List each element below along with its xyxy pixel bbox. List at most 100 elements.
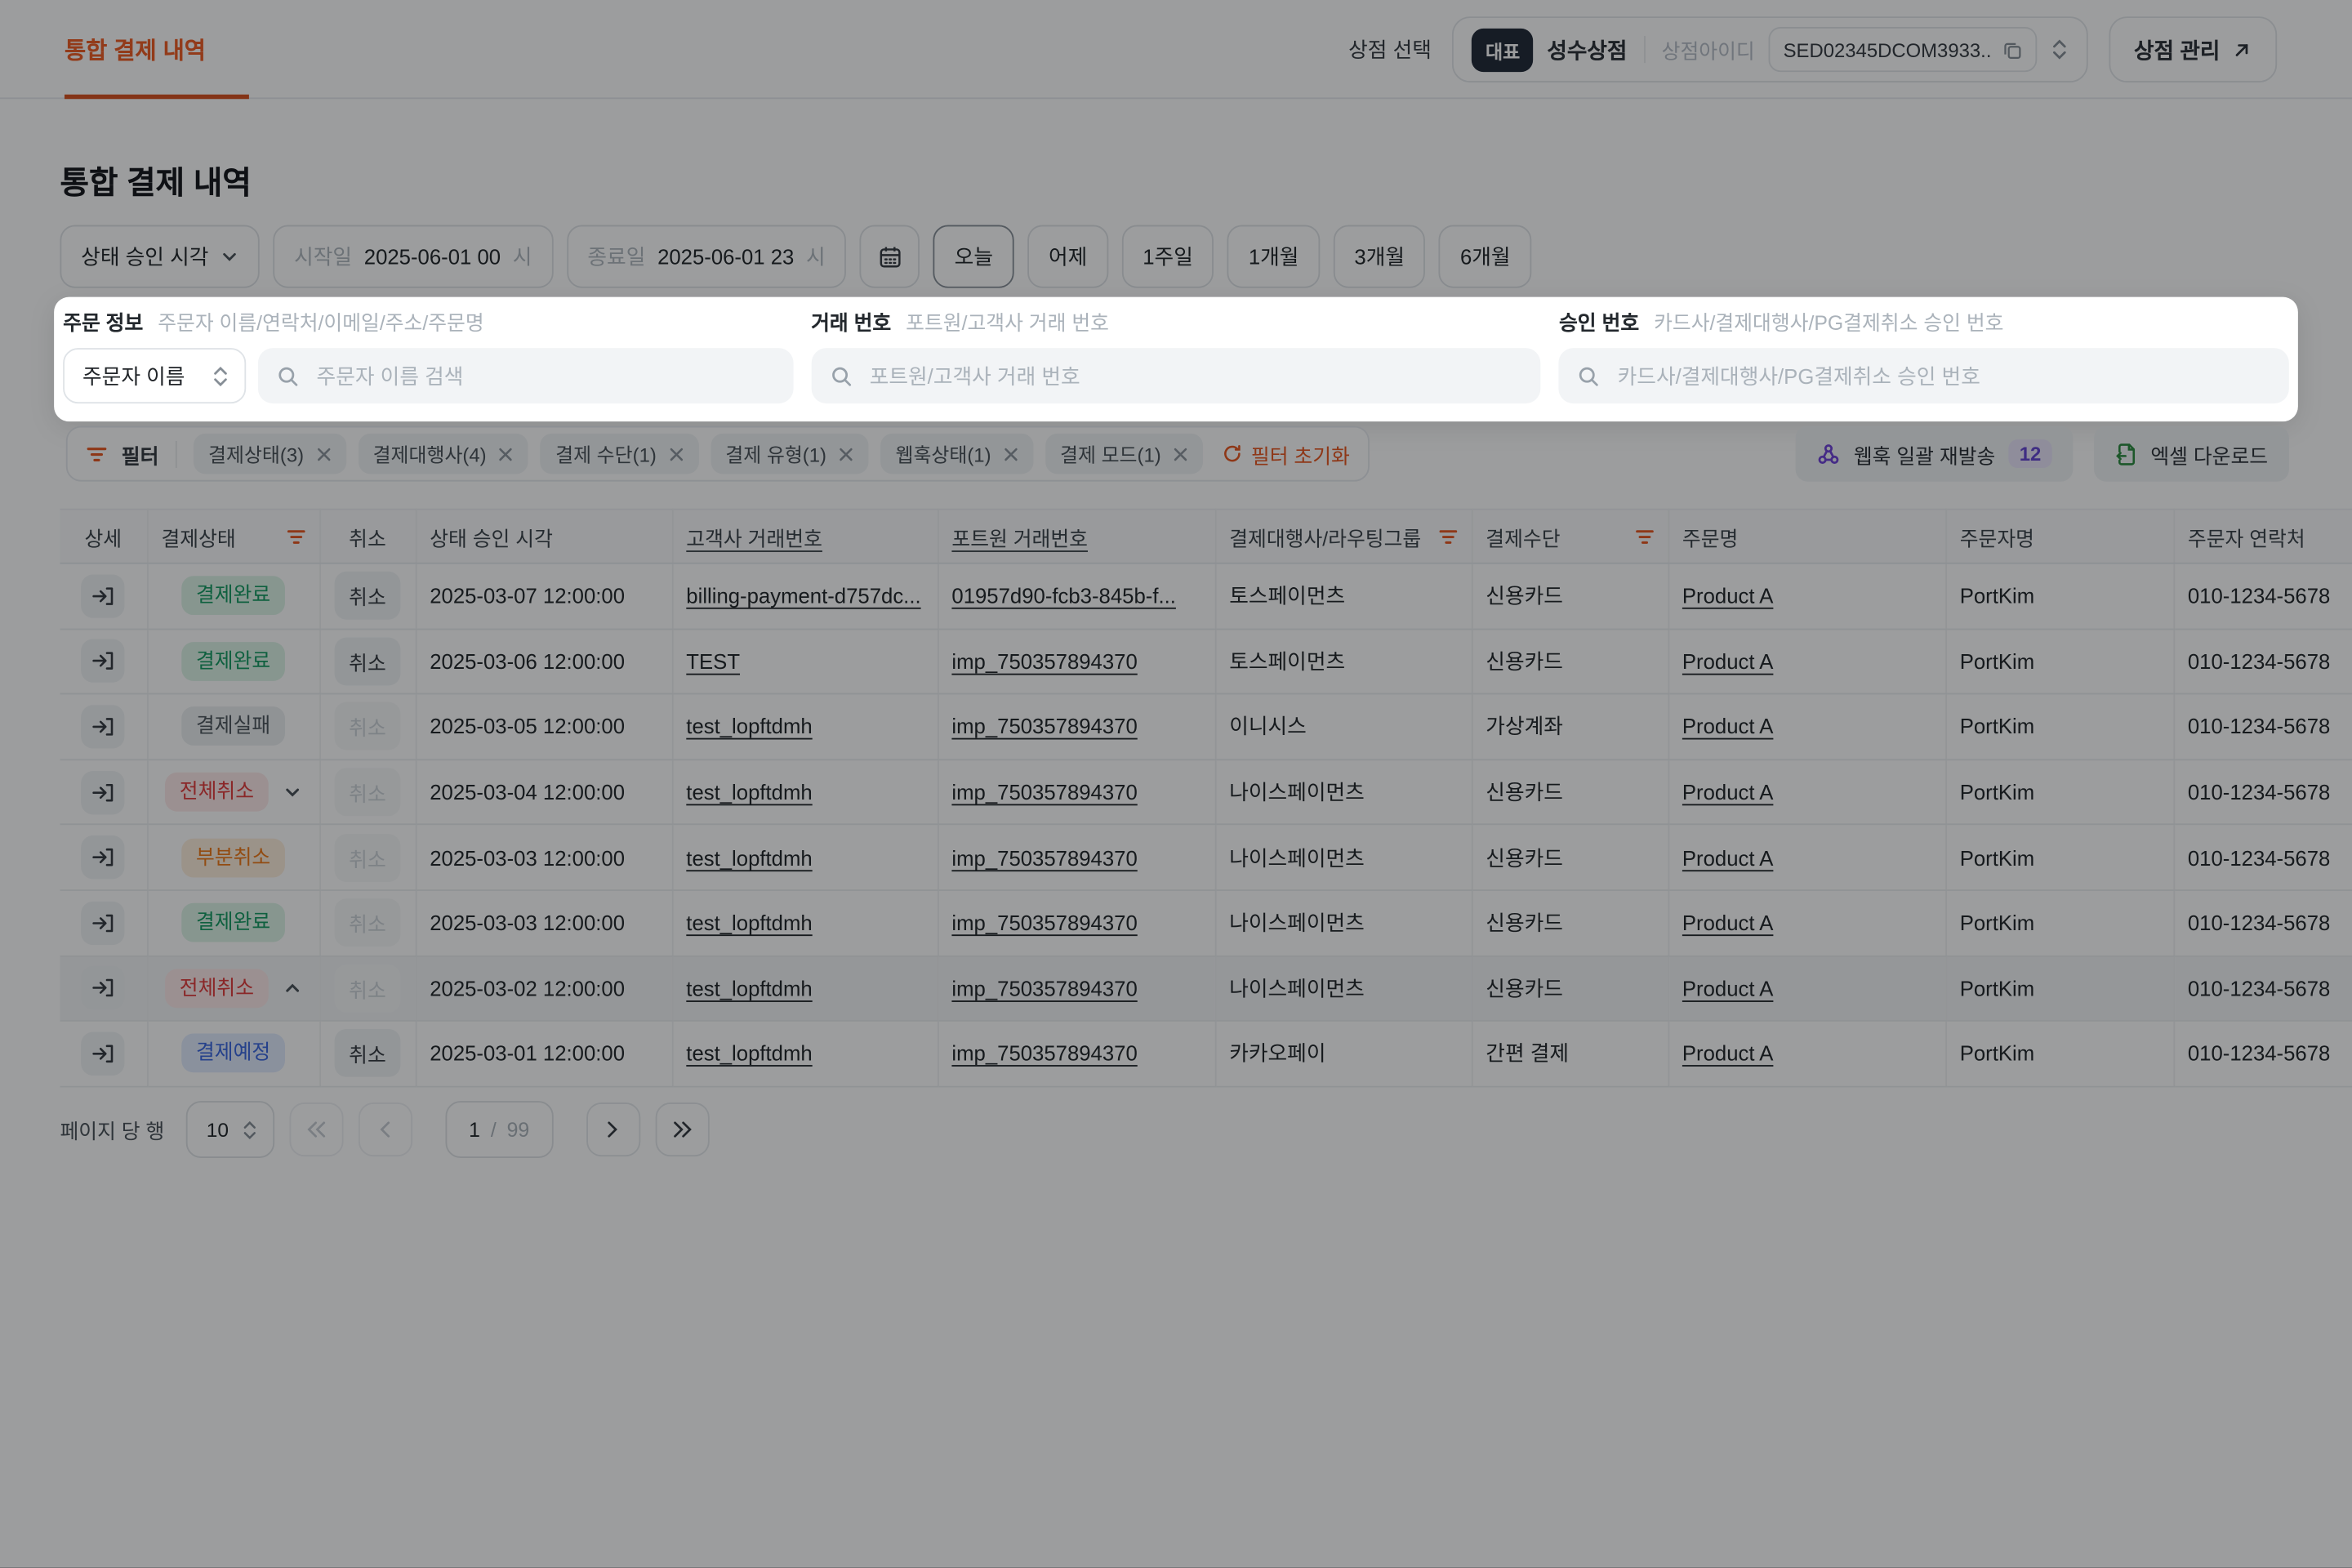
detail-button[interactable] <box>82 901 125 944</box>
order-name-link[interactable]: Product A <box>1682 780 1773 804</box>
order-name-link[interactable]: Product A <box>1682 715 1773 738</box>
txn-search-input[interactable] <box>866 363 1523 390</box>
order-name-link[interactable]: Product A <box>1682 1042 1773 1066</box>
detail-button[interactable] <box>82 639 125 683</box>
merchant-tx-link[interactable]: test_lopftdmh <box>686 911 812 934</box>
order-name-link[interactable]: Product A <box>1682 584 1773 608</box>
filter-chip-5[interactable]: 웹훅상태(1) <box>880 434 1033 474</box>
portone-tx-link[interactable]: imp_750357894370 <box>951 780 1137 804</box>
rows-per-page-select[interactable]: 10 <box>185 1101 274 1158</box>
store-selector[interactable]: 대표 성수상점 상점아이디 SED02345DCOM3933.. <box>1453 16 2087 82</box>
filter-chip-1[interactable]: 결제상태(3) <box>194 434 346 474</box>
order-field-select[interactable]: 주문자 이름 <box>63 348 246 403</box>
column-header-5[interactable]: 고객사 거래번호 <box>672 510 938 564</box>
open-detail-icon <box>91 650 114 673</box>
quick-range-button-4[interactable]: 1개월 <box>1227 225 1320 288</box>
chip-remove-button[interactable] <box>839 446 853 461</box>
detail-button[interactable] <box>82 574 125 617</box>
last-page-button[interactable] <box>656 1102 710 1156</box>
detail-button[interactable] <box>82 770 125 813</box>
tab-integrated-payments[interactable]: 통합 결제 내역 <box>65 0 206 99</box>
filter-chip-3[interactable]: 결제 수단(1) <box>541 434 698 474</box>
copy-icon[interactable] <box>2002 40 2021 60</box>
filter-funnel-icon[interactable] <box>1438 528 1458 546</box>
order-search-input[interactable] <box>314 363 775 390</box>
column-header-6[interactable]: 포트원 거래번호 <box>938 510 1215 564</box>
customer-contact: 010-1234-5678 <box>2188 584 2330 608</box>
filter-reset-button[interactable]: 필터 초기화 <box>1223 439 1350 469</box>
merchant-tx-link[interactable]: billing-payment-d757dc... <box>686 584 920 608</box>
detail-button[interactable] <box>82 1032 125 1076</box>
filter-chip-2[interactable]: 결제대행사(4) <box>358 434 528 474</box>
detail-button[interactable] <box>82 705 125 748</box>
merchant-tx-link[interactable]: test_lopftdmh <box>686 976 812 1000</box>
store-select-stepper-icon[interactable] <box>2050 38 2068 61</box>
column-header-8[interactable]: 결제수단 <box>1472 510 1668 564</box>
filter-funnel-icon[interactable] <box>1634 528 1654 546</box>
portone-tx-link[interactable]: 01957d90-fcb3-845b-f... <box>951 584 1176 608</box>
time-type-select[interactable]: 상태 승인 시각 <box>60 225 259 288</box>
chip-remove-button[interactable] <box>316 446 331 461</box>
webhook-count-badge: 12 <box>2009 439 2051 468</box>
active-tab-underline <box>65 95 249 100</box>
next-page-button[interactable] <box>586 1102 640 1156</box>
filter-chip-4[interactable]: 결제 유형(1) <box>710 434 868 474</box>
webhook-resend-button[interactable]: 웹훅 일괄 재발송 12 <box>1795 426 2073 482</box>
merchant-tx-link[interactable]: test_lopftdmh <box>686 715 812 738</box>
portone-tx-link[interactable]: imp_750357894370 <box>951 845 1137 869</box>
customer-contact: 010-1234-5678 <box>2188 976 2330 1000</box>
excel-download-button[interactable]: 엑셀 다운로드 <box>2094 426 2289 482</box>
order-name-link[interactable]: Product A <box>1682 649 1773 673</box>
approval-search-input[interactable] <box>1615 363 2271 390</box>
page-title: 통합 결제 내역 <box>60 159 251 204</box>
order-name-link[interactable]: Product A <box>1682 845 1773 869</box>
prev-page-button[interactable] <box>358 1102 412 1156</box>
status-badge: 부분취소 <box>181 838 286 877</box>
quick-range-button-1[interactable]: 오늘 <box>933 225 1014 288</box>
column-header-7[interactable]: 결제대행사/라우팅그룹 <box>1215 510 1472 564</box>
merchant-tx-link[interactable]: test_lopftdmh <box>686 1042 812 1066</box>
detail-button[interactable] <box>82 835 125 879</box>
detail-button[interactable] <box>82 967 125 1010</box>
merchant-tx-link[interactable]: test_lopftdmh <box>686 780 812 804</box>
quick-range-button-5[interactable]: 3개월 <box>1334 225 1426 288</box>
chip-remove-button[interactable] <box>498 446 513 461</box>
portone-tx-link[interactable]: imp_750357894370 <box>951 976 1137 1000</box>
chip-remove-button[interactable] <box>1173 446 1187 461</box>
calendar-button[interactable] <box>860 225 920 288</box>
cancel-button[interactable]: 취소 <box>334 637 401 685</box>
filter-chip-6[interactable]: 결제 모드(1) <box>1045 434 1203 474</box>
portone-tx-link[interactable]: imp_750357894370 <box>951 715 1137 738</box>
column-header-2[interactable]: 결제상태 <box>147 510 319 564</box>
txn-search-field[interactable] <box>811 348 1541 403</box>
quick-range-button-6[interactable]: 6개월 <box>1439 225 1531 288</box>
merchant-tx-link[interactable]: TEST <box>686 649 740 673</box>
close-icon <box>498 446 513 461</box>
portone-tx-link[interactable]: imp_750357894370 <box>951 1042 1137 1066</box>
first-page-button[interactable] <box>289 1102 343 1156</box>
order-search-field[interactable] <box>258 348 793 403</box>
cancel-button[interactable]: 취소 <box>334 572 401 620</box>
start-date-input[interactable]: 시작일 2025-06-01 00 시 <box>273 225 553 288</box>
merchant-tx-link[interactable]: test_lopftdmh <box>686 845 812 869</box>
cancel-button[interactable]: 취소 <box>334 1030 401 1078</box>
quick-range-button-2[interactable]: 어제 <box>1027 225 1108 288</box>
quick-range-button-3[interactable]: 1주일 <box>1122 225 1214 288</box>
approval-search-field[interactable] <box>1559 348 2289 403</box>
filter-funnel-icon[interactable] <box>286 528 305 546</box>
store-manage-button[interactable]: 상점 관리 <box>2109 16 2277 82</box>
page-indicator[interactable]: 1 / 99 <box>445 1101 554 1158</box>
chevron-up-icon[interactable] <box>284 979 302 997</box>
portone-tx-link[interactable]: imp_750357894370 <box>951 911 1137 934</box>
chip-remove-button[interactable] <box>1003 446 1018 461</box>
status-badge: 전체취소 <box>164 969 269 1008</box>
chip-remove-button[interactable] <box>668 446 683 461</box>
filter-lines-icon <box>86 443 109 465</box>
filter-chips: 결제상태(3) 결제대행사(4) 결제 수단(1) 결제 유형(1) 웹훅상태(1) 결제… <box>194 434 1203 474</box>
order-name-link[interactable]: Product A <box>1682 911 1773 934</box>
end-date-input[interactable]: 종료일 2025-06-01 23 시 <box>567 225 847 288</box>
order-name-link[interactable]: Product A <box>1682 976 1773 1000</box>
portone-tx-link[interactable]: imp_750357894370 <box>951 649 1137 673</box>
store-id-box[interactable]: SED02345DCOM3933.. <box>1768 27 2036 72</box>
chevron-down-icon[interactable] <box>284 783 302 801</box>
